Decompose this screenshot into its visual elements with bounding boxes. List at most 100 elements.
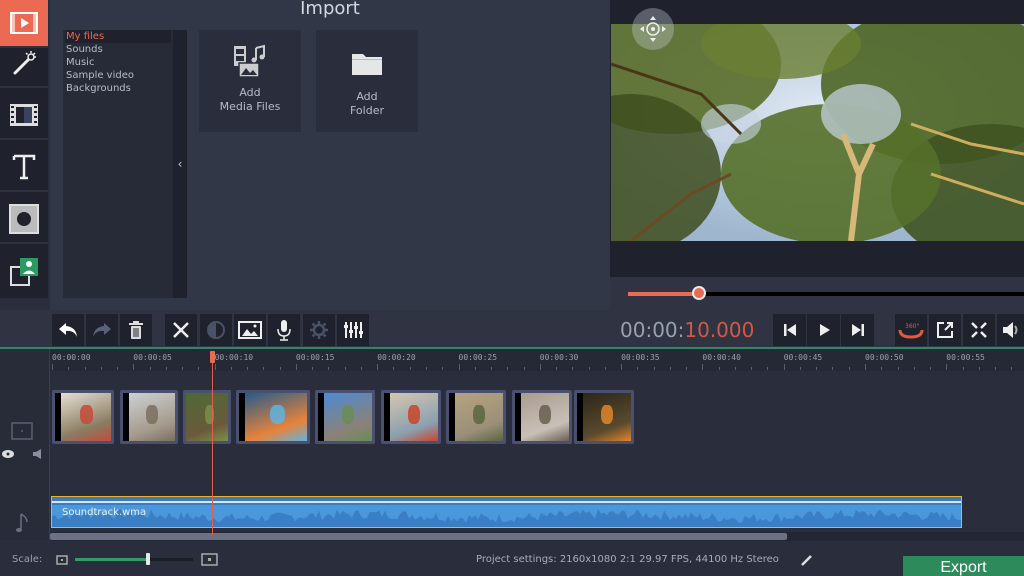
ruler-tick xyxy=(230,367,232,370)
ruler-tick xyxy=(865,364,866,370)
add-folder-button[interactable]: Add Folder xyxy=(316,30,418,132)
video-editor-window: Import My files Sounds Music Sample vide… xyxy=(0,0,1024,576)
ruler-tick xyxy=(881,367,883,370)
thumbnail-letterbox xyxy=(239,393,245,441)
record-voice-button[interactable] xyxy=(268,314,300,346)
cut-button[interactable] xyxy=(165,314,197,346)
delete-button[interactable] xyxy=(120,314,152,346)
clip-thumbnail xyxy=(384,393,438,441)
ruler-label: 00:00:25 xyxy=(458,353,498,362)
audio-equalizer-button[interactable] xyxy=(337,314,369,346)
ruler-tick xyxy=(572,367,574,370)
export-button[interactable]: Export xyxy=(903,556,1024,576)
360-video-button[interactable]: 360° xyxy=(895,314,927,346)
ruler-tick xyxy=(491,367,493,370)
scale-slider-fill xyxy=(75,558,149,561)
audio-volume-line[interactable] xyxy=(52,501,961,503)
tool-callouts-button[interactable] xyxy=(0,196,48,244)
add-media-files-button[interactable]: Add Media Files xyxy=(199,30,301,132)
ruler-tick xyxy=(962,367,964,370)
ruler-tick xyxy=(978,367,980,370)
category-sample-video[interactable]: Sample video xyxy=(65,69,171,82)
timeline-clip-surfer[interactable] xyxy=(236,390,310,444)
play-button[interactable] xyxy=(807,314,840,346)
previous-frame-button[interactable] xyxy=(773,314,806,346)
color-adjust-button[interactable] xyxy=(200,314,232,346)
ruler-tick xyxy=(198,367,200,370)
timeline-clip-lantern-night[interactable] xyxy=(574,390,634,444)
import-title: Import xyxy=(300,0,360,19)
add-media-line2: Media Files xyxy=(219,100,281,113)
category-my-files[interactable]: My files xyxy=(65,30,171,43)
ruler-tick xyxy=(556,367,558,370)
ruler-tick xyxy=(360,367,362,370)
add-folder-line1: Add xyxy=(356,90,378,103)
timeline-clip-golden-gate-bridge[interactable] xyxy=(381,390,441,444)
category-backgrounds[interactable]: Backgrounds xyxy=(65,82,171,95)
share-out-icon xyxy=(937,322,953,338)
audio-clip-label: Soundtrack.wma xyxy=(62,507,147,518)
ruler-tick xyxy=(409,367,411,370)
ruler-tick xyxy=(1011,367,1013,370)
eye-icon[interactable] xyxy=(1,449,15,459)
ruler-label: 00:00:00 xyxy=(52,353,91,362)
playhead-line[interactable] xyxy=(212,352,213,535)
thumbnail-subject xyxy=(269,405,285,425)
timeline-clip-paraglider[interactable] xyxy=(52,390,114,444)
track-volume-icon[interactable] xyxy=(32,448,46,460)
tool-transitions-button[interactable] xyxy=(0,92,48,140)
ruler-tick xyxy=(751,367,753,370)
thumbnail-letterbox xyxy=(123,393,129,441)
thumbnail-subject xyxy=(408,405,421,425)
next-frame-button[interactable] xyxy=(841,314,874,346)
thumbnail-subject xyxy=(342,405,355,425)
tool-titles-button[interactable] xyxy=(0,144,48,192)
ruler-tick xyxy=(995,367,997,370)
crop-button[interactable] xyxy=(234,314,266,346)
folder-icon xyxy=(352,54,382,75)
redo-button[interactable] xyxy=(86,314,118,346)
collapse-panel-button[interactable]: ‹ xyxy=(173,30,187,298)
fullscreen-button[interactable] xyxy=(963,314,995,346)
timeline-scrollbar-thumb[interactable] xyxy=(50,533,787,540)
clip-thumbnail xyxy=(239,393,307,441)
timeline-clip-cyclist-road[interactable] xyxy=(512,390,572,444)
export-frame-button[interactable] xyxy=(929,314,961,346)
ruler-label: 00:00:30 xyxy=(539,353,579,362)
undo-button[interactable] xyxy=(52,314,84,346)
clip-thumbnail xyxy=(449,393,503,441)
playback-progress-fill xyxy=(628,292,700,296)
timeline-clip-waterfall-cliffs[interactable] xyxy=(120,390,178,444)
ruler-label: 00:00:15 xyxy=(295,353,335,362)
clip-properties-button[interactable] xyxy=(303,314,335,346)
zoom-in-icon[interactable] xyxy=(201,553,218,566)
ruler-tick xyxy=(653,367,655,370)
scissors-icon xyxy=(173,322,189,338)
forest-canopy-image xyxy=(611,24,1024,241)
image-icon xyxy=(238,321,262,339)
scale-slider-handle[interactable] xyxy=(146,553,151,565)
tool-more-button[interactable] xyxy=(0,248,48,296)
timeline-clip-forest-path[interactable] xyxy=(183,390,231,444)
ruler-label: 00:00:55 xyxy=(946,353,985,362)
ruler-label: 00:00:35 xyxy=(621,353,660,362)
timeline-clip-runner-road[interactable] xyxy=(446,390,506,444)
360-navigation-control[interactable] xyxy=(632,8,674,50)
zoom-out-icon[interactable] xyxy=(56,555,68,565)
category-music[interactable]: Music xyxy=(65,56,171,69)
category-sounds[interactable]: Sounds xyxy=(65,43,171,56)
compass-icon xyxy=(640,16,666,42)
thumbnail-subject xyxy=(80,405,93,425)
transition-icon xyxy=(10,104,38,126)
play-icon xyxy=(819,324,830,336)
video-preview[interactable] xyxy=(611,24,1024,241)
tool-filters-button[interactable] xyxy=(0,40,48,88)
pencil-icon[interactable] xyxy=(800,553,814,567)
magic-wand-icon xyxy=(13,51,36,75)
ruler-tick xyxy=(149,367,151,370)
timecode-prefix: 00:00: xyxy=(620,318,685,342)
skip-back-icon xyxy=(783,324,796,336)
ruler-label: 00:00:50 xyxy=(865,353,904,362)
timeline-clip-hikers-summit[interactable] xyxy=(315,390,375,444)
volume-button[interactable] xyxy=(997,314,1024,346)
